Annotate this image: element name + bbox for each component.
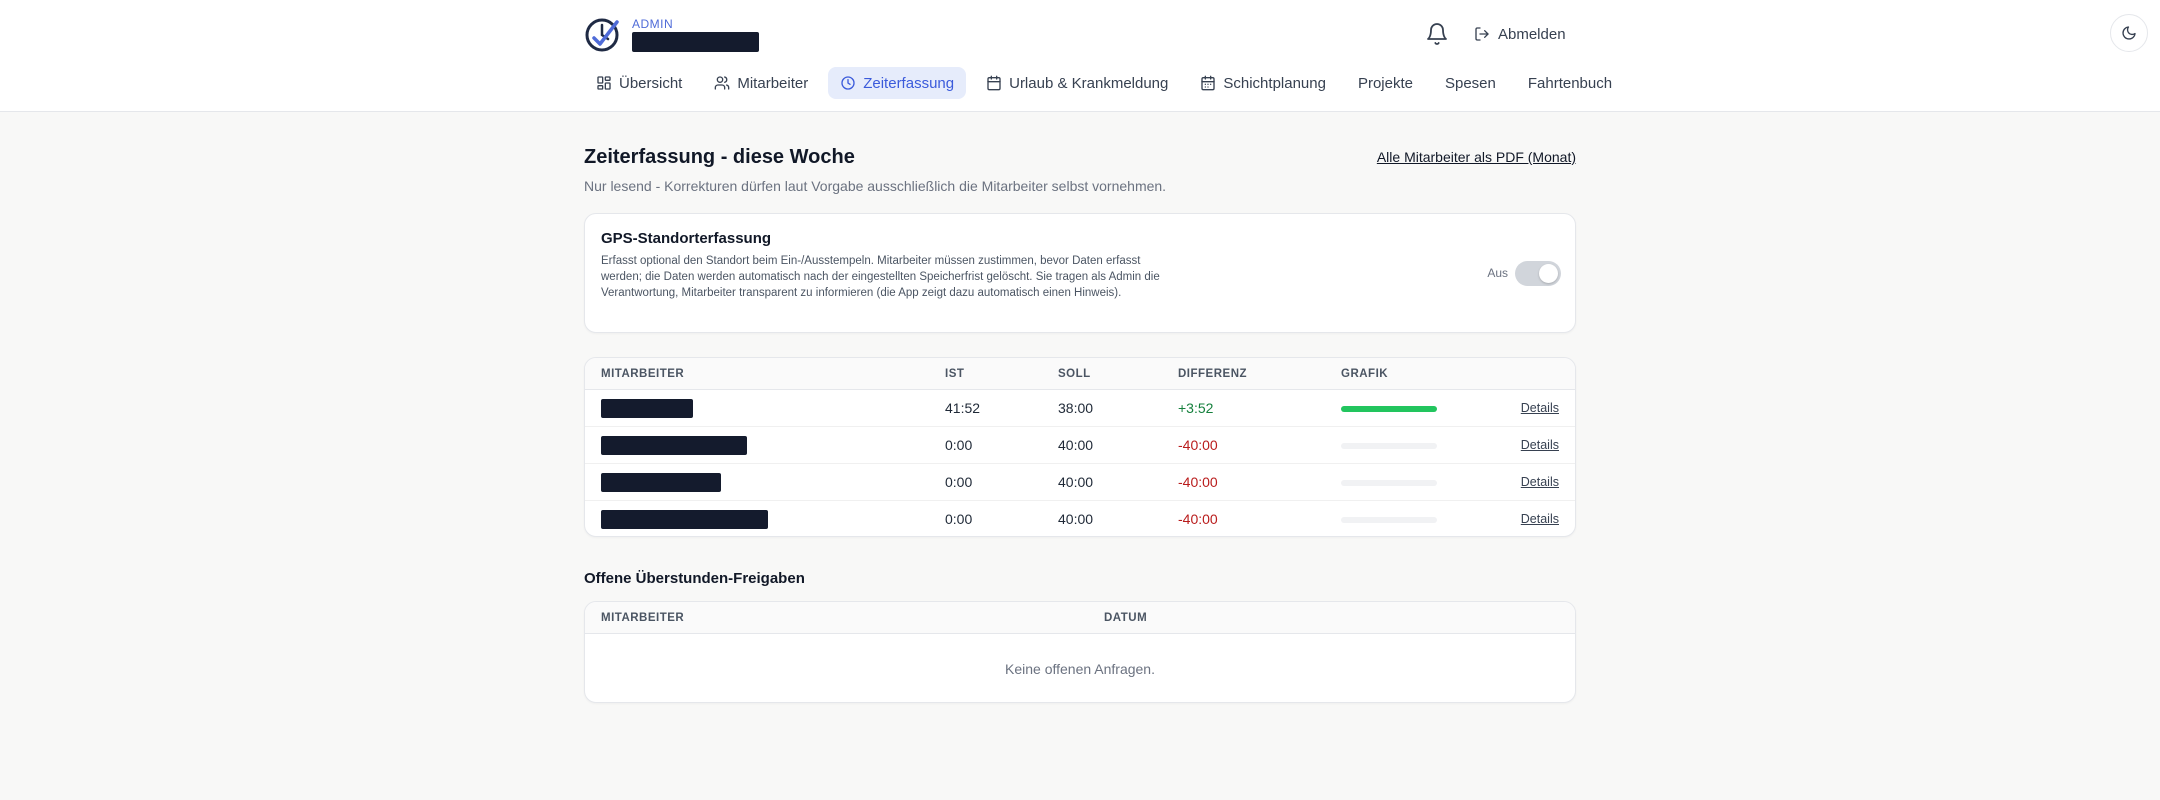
details-link[interactable]: Details (1521, 401, 1559, 415)
table-header: MITARBEITER DATUM (585, 602, 1575, 634)
app-header: ADMIN Abmelden Übersicht Mitarbeiter Zei… (0, 0, 2160, 112)
progress-bar (1341, 480, 1437, 486)
hours-difference: -40:00 (1178, 437, 1218, 453)
column-header-date: DATUM (1104, 612, 1148, 624)
nav-item-schichtplanung[interactable]: Schichtplanung (1188, 67, 1338, 99)
gps-toggle-switch[interactable] (1515, 261, 1561, 286)
hours-difference: -40:00 (1178, 511, 1218, 527)
clock-icon (841, 76, 855, 90)
employee-name-redacted (601, 399, 693, 418)
gps-description: Erfasst optional den Standort beim Ein-/… (601, 255, 1160, 299)
table-row: 0:00 40:00 -40:00 Details (585, 464, 1575, 501)
export-pdf-link[interactable]: Alle Mitarbeiter als PDF (Monat) (1377, 149, 1576, 165)
nav-item-projekte[interactable]: Projekte (1346, 67, 1425, 99)
bell-icon[interactable] (1425, 22, 1449, 46)
gps-toggle-label: Aus (1487, 266, 1508, 280)
nav-label: Projekte (1357, 74, 1413, 92)
actual-hours: 41:52 (945, 400, 981, 416)
nav-label: Übersicht (619, 74, 683, 92)
calendar-grid-icon (1201, 75, 1216, 91)
nav-label: Spesen (1444, 74, 1496, 92)
gps-title: GPS-Standorterfassung (601, 230, 772, 247)
actual-hours: 0:00 (945, 474, 973, 490)
nav-label: Schichtplanung (1223, 74, 1326, 92)
hours-difference: +3:52 (1178, 400, 1214, 416)
users-icon (715, 76, 730, 90)
theme-toggle-button[interactable] (2110, 14, 2148, 52)
column-header-actual: IST (945, 368, 965, 380)
actual-hours: 0:00 (945, 511, 973, 527)
nav-item-zeiterfassung[interactable]: Zeiterfassung (828, 67, 967, 99)
grid-icon (597, 76, 611, 90)
target-hours: 40:00 (1058, 474, 1094, 490)
nav-item-spesen[interactable]: Spesen (1433, 67, 1508, 99)
target-hours: 40:00 (1058, 511, 1094, 527)
logout-icon (1475, 27, 1489, 41)
actual-hours: 0:00 (945, 437, 973, 453)
details-link[interactable]: Details (1521, 512, 1559, 526)
progress-bar-fill (1341, 406, 1437, 412)
column-header-chart: GRAFIK (1341, 368, 1389, 380)
nav-item-urlaub[interactable]: Urlaub & Krankmeldung (974, 67, 1180, 99)
overtime-section-title: Offene Überstunden-Freigaben (584, 570, 805, 587)
target-hours: 38:00 (1058, 400, 1094, 416)
progress-bar (1341, 406, 1437, 412)
column-header-employee: MITARBEITER (601, 612, 685, 624)
employee-name-redacted (601, 510, 768, 529)
column-header-target: SOLL (1058, 368, 1091, 380)
page-title: Zeiterfassung - diese Woche (584, 146, 855, 168)
calendar-icon (987, 75, 1001, 91)
table-row: 0:00 40:00 -40:00 Details (585, 501, 1575, 536)
progress-bar (1341, 443, 1437, 449)
nav-label: Urlaub & Krankmeldung (1009, 74, 1169, 92)
column-header-difference: DIFFERENZ (1178, 368, 1248, 380)
details-link[interactable]: Details (1521, 475, 1559, 489)
logout-button[interactable]: Abmelden (1474, 22, 1566, 46)
column-header-employee: MITARBEITER (601, 368, 685, 380)
details-link[interactable]: Details (1521, 438, 1559, 452)
main-nav: Übersicht Mitarbeiter Zeiterfassung Urla… (584, 67, 1624, 99)
target-hours: 40:00 (1058, 437, 1094, 453)
user-name-redacted (632, 32, 759, 52)
employee-name-redacted (601, 473, 721, 492)
table-header: MITARBEITER IST SOLL DIFFERENZ GRAFIK (585, 358, 1575, 390)
nav-label: Mitarbeiter (737, 74, 809, 92)
nav-label: Fahrtenbuch (1527, 74, 1613, 92)
nav-label: Zeiterfassung (863, 74, 955, 92)
hours-difference: -40:00 (1178, 474, 1218, 490)
toggle-knob (1539, 264, 1558, 283)
logout-label: Abmelden (1498, 25, 1566, 43)
overtime-table: MITARBEITER DATUM Keine offenen Anfragen… (584, 601, 1576, 703)
nav-item-fahrtenbuch[interactable]: Fahrtenbuch (1516, 67, 1624, 99)
page-subtitle: Nur lesend - Korrekturen dürfen laut Vor… (584, 178, 1167, 194)
table-row: 41:52 38:00 +3:52 Details (585, 390, 1575, 427)
moon-icon (2122, 26, 2136, 40)
nav-item-mitarbeiter[interactable]: Mitarbeiter (702, 67, 820, 99)
time-tracking-table: MITARBEITER IST SOLL DIFFERENZ GRAFIK 41… (584, 357, 1576, 537)
nav-item-uebersicht[interactable]: Übersicht (584, 67, 694, 99)
clock-check-logo-icon (585, 18, 619, 52)
table-row: 0:00 40:00 -40:00 Details (585, 427, 1575, 464)
empty-state-text: Keine offenen Anfragen. (1005, 661, 1155, 677)
gps-settings-card: GPS-Standorterfassung Erfasst optional d… (584, 213, 1576, 333)
progress-bar (1341, 517, 1437, 523)
user-role: ADMIN (632, 17, 674, 31)
employee-name-redacted (601, 436, 747, 455)
